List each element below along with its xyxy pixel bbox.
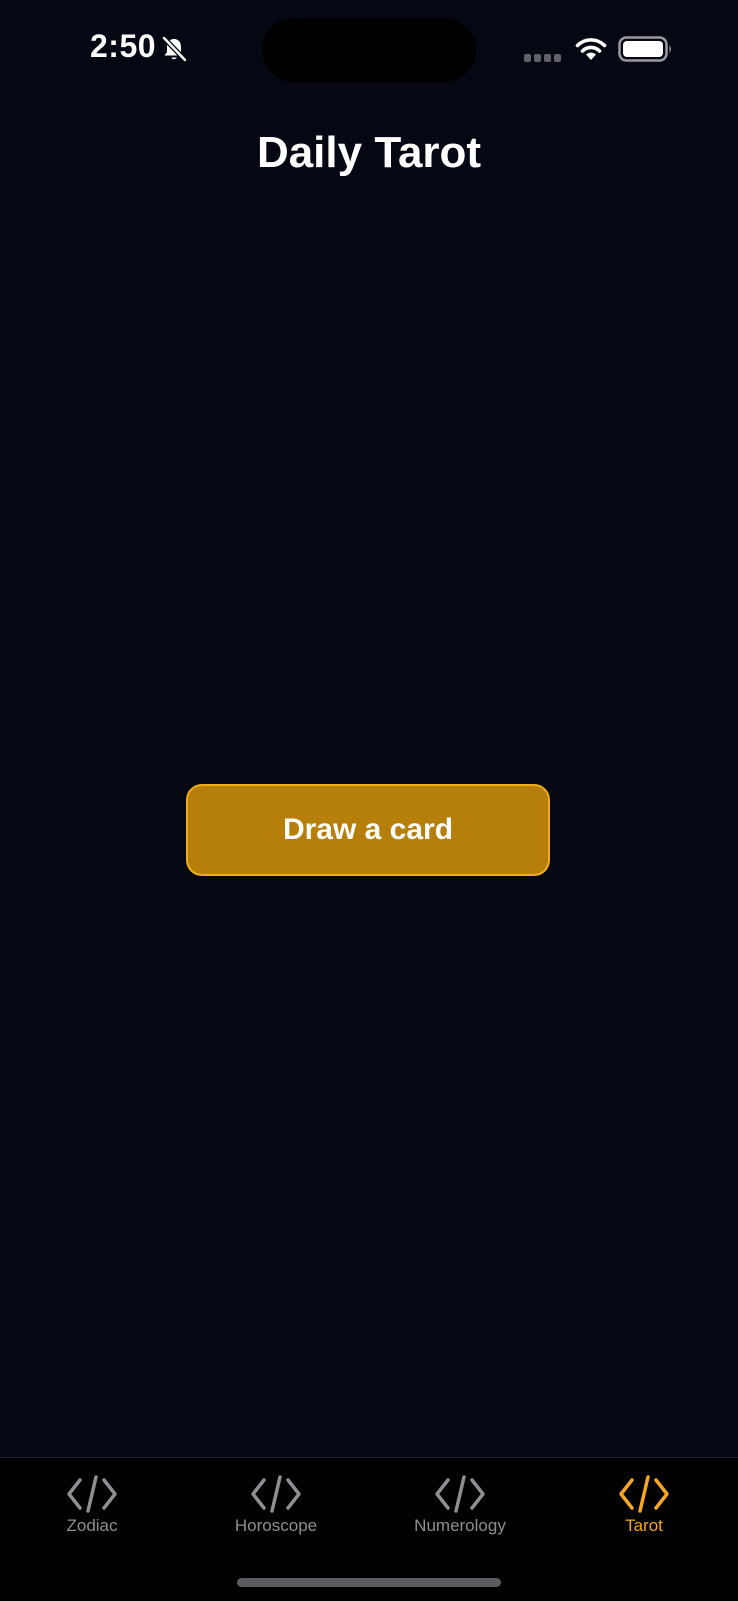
dynamic-island	[262, 18, 476, 82]
bell-muted-icon	[161, 35, 188, 63]
draw-card-button[interactable]: Draw a card	[186, 784, 550, 876]
tab-zodiac[interactable]: Zodiac	[0, 1474, 184, 1554]
tab-tarot[interactable]: Tarot	[552, 1474, 736, 1554]
cellular-signal-icon	[524, 54, 561, 62]
tab-label: Horoscope	[234, 1516, 318, 1535]
tab-label: Tarot	[625, 1516, 663, 1535]
status-time: 2:50	[90, 28, 157, 64]
page-title: Daily Tarot	[256, 128, 482, 177]
tab-label: Zodiac	[66, 1516, 118, 1535]
tab-numerology[interactable]: Numerology	[368, 1474, 552, 1554]
code-icon	[619, 1475, 669, 1513]
code-icon	[251, 1475, 301, 1513]
code-icon	[435, 1475, 485, 1513]
wifi-icon	[575, 38, 607, 60]
battery-icon	[618, 36, 671, 62]
tab-label: Numerology	[414, 1516, 506, 1535]
home-indicator[interactable]	[237, 1578, 501, 1587]
status-bar: 2:50	[0, 0, 738, 100]
code-icon	[67, 1475, 117, 1513]
tab-horoscope[interactable]: Horoscope	[184, 1474, 368, 1554]
